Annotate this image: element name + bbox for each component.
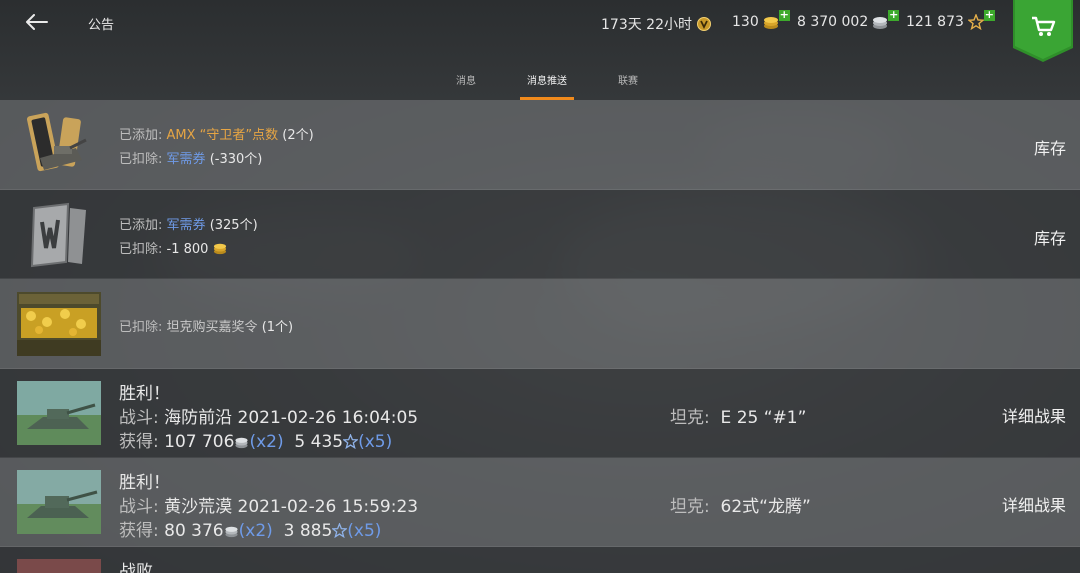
removed-count: (-330个): [209, 152, 263, 167]
battle-result-row: 战败: [0, 547, 1080, 573]
premium-time[interactable]: 173天 22小时: [601, 14, 712, 34]
tank-thumbnail-icon: [17, 470, 101, 534]
added-label: 已添加:: [119, 128, 163, 143]
tab-messages[interactable]: 消息: [448, 72, 484, 100]
inventory-button[interactable]: 库存: [1034, 135, 1066, 159]
earned-credits: 107 706: [164, 432, 235, 452]
credits-icon: [235, 437, 249, 449]
earned-line: 获得: 107 706 (x2) 5 435 (x5): [119, 427, 392, 452]
battle-result-row: 胜利！ 战斗: 黄沙荒漠 2021-02-26 15:59:23 获得: 80 …: [0, 458, 1080, 547]
credits-multiplier: (x2): [238, 521, 273, 541]
list-item: 已添加: AMX “守卫者”点数 (2个) 已扣除: 军需券 (-330个) 库…: [0, 100, 1080, 190]
credits-multiplier: (x2): [249, 432, 284, 452]
added-item[interactable]: 军需券: [167, 218, 206, 233]
tab-league[interactable]: 联赛: [610, 72, 646, 100]
tank-line: 坦克: E 25 “#1”: [670, 403, 806, 428]
battle-label: 战斗:: [119, 408, 159, 428]
tank-name: 62式“龙腾”: [720, 497, 811, 517]
added-count: (325个): [209, 218, 258, 233]
premium-time-value: 173天 22小时: [601, 17, 692, 33]
removed-line: 已扣除: 坦克购买嘉奖令 (1个): [119, 316, 293, 335]
xp-multiplier: (x5): [358, 432, 393, 452]
tank-thumbnail-icon: [17, 381, 101, 445]
removed-item[interactable]: 军需券: [167, 152, 206, 167]
add-credits-icon[interactable]: +: [888, 9, 900, 21]
earned-xp: 3 885: [283, 521, 333, 541]
gold-balance[interactable]: 130 +: [732, 9, 794, 30]
tank-name: E 25 “#1”: [720, 408, 807, 428]
earned-line: 获得: 80 376 (x2) 3 885 (x5): [119, 516, 381, 541]
credits-balance[interactable]: 8 370 002 +: [797, 9, 903, 30]
free-xp-star-icon: [967, 14, 984, 30]
gold-icon: [213, 243, 226, 255]
battle-result-row: 胜利！ 战斗: 海防前沿 2021-02-26 16:04:05 获得: 107…: [0, 369, 1080, 458]
tank-label: 坦克:: [670, 497, 710, 517]
inventory-button[interactable]: 库存: [1034, 225, 1066, 249]
tank-line: 坦克: 62式“龙腾”: [670, 492, 811, 517]
tank-label: 坦克:: [670, 408, 710, 428]
gold-value: 130: [732, 14, 759, 30]
gold-chest-icon: [17, 292, 101, 356]
removed-label: 已扣除:: [119, 152, 163, 167]
shop-button[interactable]: [1013, 0, 1073, 62]
removed-label: 已扣除:: [119, 242, 163, 257]
battle-datetime: 2021-02-26 16:04:05: [237, 408, 419, 428]
supply-coupon-icon: [30, 202, 86, 268]
add-free-xp-icon[interactable]: +: [983, 9, 995, 21]
gold-icon: [763, 16, 778, 29]
battle-map: 黄沙荒漠: [164, 497, 233, 517]
removed-line: 已扣除: 军需券 (-330个): [119, 148, 262, 167]
add-gold-icon[interactable]: +: [778, 9, 790, 21]
tab-push-messages[interactable]: 消息推送: [520, 72, 574, 100]
list-item: 已扣除: 坦克购买嘉奖令 (1个): [0, 279, 1080, 369]
removed-amount: -1 800: [166, 242, 209, 257]
removed-line: 已扣除: -1 800: [119, 238, 227, 257]
battle-datetime: 2021-02-26 15:59:23: [237, 497, 419, 517]
tab-bar: 消息 消息推送 联赛: [0, 72, 1080, 100]
credits-icon: [873, 16, 888, 29]
battle-details-button[interactable]: 详细战果: [1002, 403, 1066, 427]
battle-map: 海防前沿: [164, 408, 233, 428]
premium-account-icon: [697, 17, 711, 31]
credits-value: 8 370 002: [797, 14, 869, 30]
list-item: 已添加: 军需券 (325个) 已扣除: -1 800 库存: [0, 190, 1080, 279]
xp-star-icon: [343, 434, 359, 449]
battle-line: 战斗: 海防前沿 2021-02-26 16:04:05: [119, 403, 418, 428]
battle-label: 战斗:: [119, 497, 159, 517]
back-button[interactable]: [22, 8, 52, 36]
xp-star-icon: [332, 523, 348, 538]
back-arrow-icon: [26, 14, 48, 30]
battle-result: 胜利！: [119, 473, 170, 493]
removed-count: (1个): [261, 320, 294, 335]
added-count: (2个): [282, 128, 314, 143]
shop-banner-icon: [1013, 0, 1073, 62]
free-xp-value: 121 873: [906, 14, 964, 30]
credits-icon: [225, 526, 238, 538]
removed-label: 已扣除:: [119, 320, 163, 335]
amx-guardian-points-icon: [26, 112, 87, 172]
top-bar: 公告 173天 22小时 130 + 8 370 002 + 121 873 +…: [0, 0, 1080, 100]
added-label: 已添加:: [119, 218, 163, 233]
tank-thumbnail-icon: [17, 559, 101, 573]
earned-credits: 80 376: [164, 521, 224, 541]
added-line: 已添加: 军需券 (325个): [119, 214, 258, 233]
battle-line: 战斗: 黄沙荒漠 2021-02-26 15:59:23: [119, 492, 418, 517]
free-xp-balance[interactable]: 121 873 +: [906, 9, 999, 30]
added-line: 已添加: AMX “守卫者”点数 (2个): [119, 124, 314, 143]
earned-xp: 5 435: [294, 432, 344, 452]
battle-details-button[interactable]: 详细战果: [1002, 492, 1066, 516]
added-item: AMX “守卫者”点数: [166, 128, 279, 143]
earned-label: 获得:: [119, 521, 159, 541]
notifications-screen: 公告 173天 22小时 130 + 8 370 002 + 121 873 +…: [0, 0, 1080, 573]
battle-result: 胜利！: [119, 384, 170, 404]
battle-result: 战败: [119, 562, 153, 573]
earned-label: 获得:: [119, 432, 159, 452]
page-title: 公告: [88, 18, 115, 33]
xp-multiplier: (x5): [347, 521, 382, 541]
removed-item: 坦克购买嘉奖令: [166, 320, 258, 335]
